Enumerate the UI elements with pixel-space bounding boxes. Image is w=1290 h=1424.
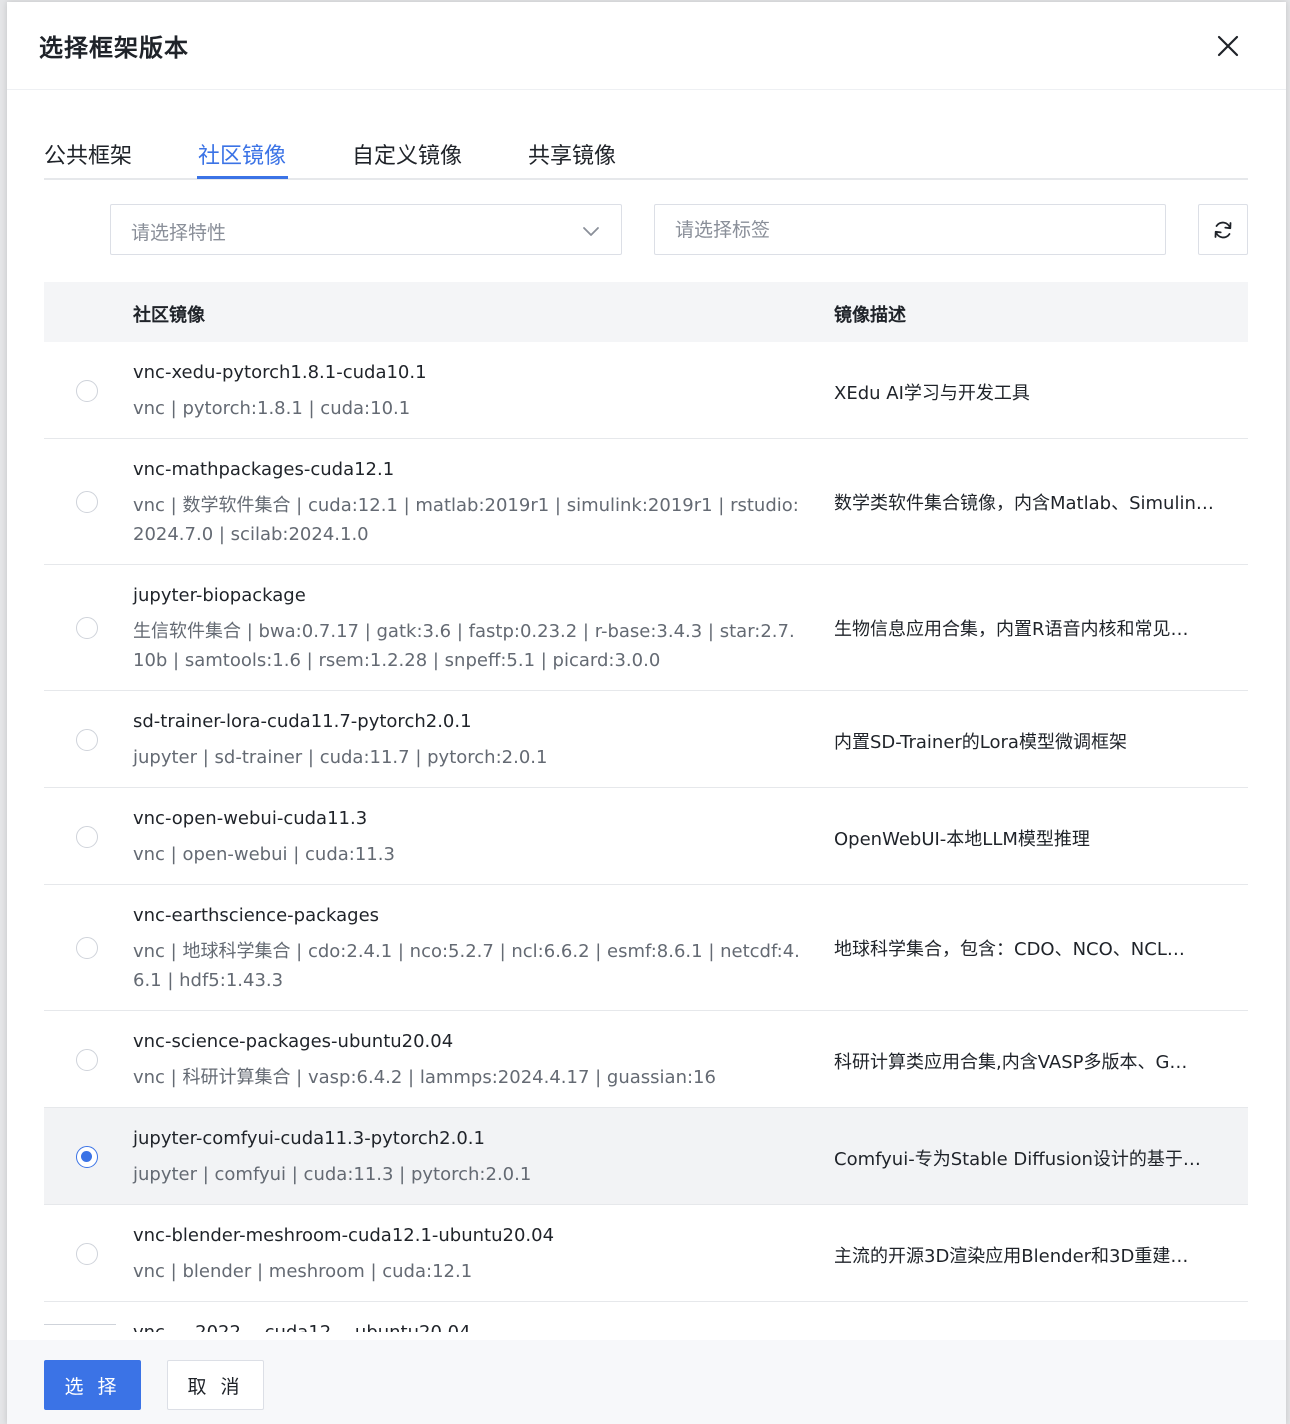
table-body: vnc-xedu-pytorch1.8.1-cuda10.1 vnc | pyto…: [44, 342, 1248, 1332]
table-row[interactable]: vnc-mathpackages-cuda12.1 vnc | 数学软件集合 | …: [44, 439, 1248, 565]
refresh-icon: [1214, 221, 1232, 238]
image-name: jupyter-biopackage: [133, 585, 306, 606]
image-tags: jupyter | sd-trainer | cuda:11.7 | pytor…: [133, 747, 548, 768]
image-description: 地球科学集合，包含：CDO、NCO、NCL…: [834, 939, 1185, 960]
row-radio[interactable]: [76, 937, 98, 959]
row-radio[interactable]: [76, 379, 98, 402]
row-radio[interactable]: [76, 1145, 98, 1168]
table-row[interactable]: vnc-open-webui-cuda11.3 vnc | open-webui …: [44, 788, 1248, 885]
row-radio[interactable]: [76, 491, 98, 513]
image-tags: vnc | 地球科学集合 | cdo:2.4.1 | nco:5.2.7 | n…: [133, 941, 800, 991]
tab-shared-image[interactable]: 共享镜像: [528, 138, 616, 180]
image-tags: vnc | pytorch:1.8.1 | cuda:10.1: [133, 398, 411, 419]
dialog-header: 选择框架版本: [7, 2, 1286, 90]
image-tags: vnc | open-webui | cuda:11.3: [133, 844, 395, 865]
image-description: Comfyui-专为Stable Diffusion设计的基于…: [834, 1149, 1201, 1170]
image-name: vnc-science-packages-ubuntu20.04: [133, 1031, 454, 1052]
image-description: 数学类软件集合镜像，内含Matlab、Simulink…: [834, 493, 1214, 514]
filter-bar: 请选择特性: [7, 204, 1286, 256]
tab-community-image[interactable]: 社区镜像: [198, 138, 286, 180]
row-radio[interactable]: [76, 728, 98, 751]
table-row[interactable]: vnc-blender-meshroom-cuda12.1-ubuntu20.0…: [44, 1205, 1248, 1302]
table-header: 社区镜像 镜像描述: [44, 282, 1248, 342]
active-tab-indicator: [197, 176, 288, 179]
image-description: 科研计算类应用合集,内含VASP多版本、G…: [834, 1052, 1188, 1073]
row-radio[interactable]: [76, 825, 98, 848]
image-name: sd-trainer-lora-cuda11.7-pytorch2.0.1: [133, 711, 472, 732]
image-description: 内置SD-Trainer的Lora模型微调框架: [834, 732, 1127, 753]
image-name: vnc-open-webui-cuda11.3: [133, 808, 368, 829]
image-name: jupyter-comfyui-cuda11.3-pytorch2.0.1: [133, 1128, 485, 1149]
feature-select[interactable]: 请选择特性: [110, 204, 622, 255]
column-header-image: 社区镜像: [133, 305, 205, 326]
table-row[interactable]: jupyter-biopackage 生信软件集合 | bwa:0.7.17 | …: [44, 565, 1248, 691]
image-name: vnc-mathpackages-cuda12.1: [133, 459, 395, 480]
table-row[interactable]: vnc-science-packages-ubuntu20.04 vnc | 科研…: [44, 1011, 1248, 1108]
image-tags: vnc | 科研计算集合 | vasp:6.4.2 | lammps:2024.…: [133, 1067, 716, 1088]
tab-custom-image[interactable]: 自定义镜像: [352, 138, 462, 180]
dialog-title: 选择框架版本: [39, 34, 189, 62]
image-table: 社区镜像 镜像描述 vnc-xedu-pytorch1.8.1-cuda10.1…: [44, 282, 1248, 1332]
image-tags: jupyter | comfyui | cuda:11.3 | pytorch:…: [133, 1164, 532, 1185]
table-row[interactable]: vnc-earthscience-packages vnc | 地球科学集合 | …: [44, 885, 1248, 1011]
table-row[interactable]: sd-trainer-lora-cuda11.7-pytorch2.0.1 jup…: [44, 691, 1248, 788]
image-type-tabs: 公共框架 社区镜像 自定义镜像 共享镜像: [44, 132, 1248, 180]
column-header-description: 镜像描述: [834, 305, 906, 326]
close-icon: [1217, 35, 1239, 57]
dialog-footer: 选 择 取 消: [7, 1340, 1286, 1424]
row-radio[interactable]: [76, 1048, 98, 1071]
image-description: 生物信息应用合集，内置R语音内核和常见…: [834, 619, 1189, 640]
row-radio[interactable]: [76, 1242, 98, 1265]
table-row-partial[interactable]: vnc-...-2022...-cuda12...-ubuntu20.04: [44, 1302, 1248, 1332]
cancel-button[interactable]: 取 消: [167, 1360, 264, 1410]
image-description: 主流的开源3D渲染应用Blender和3D重建…: [834, 1246, 1189, 1267]
image-tags: vnc | blender | meshroom | cuda:12.1: [133, 1261, 473, 1282]
image-tags: vnc | 数学软件集合 | cuda:12.1 | matlab:2019r1…: [133, 495, 799, 545]
tag-input[interactable]: [654, 204, 1166, 255]
image-name: vnc-blender-meshroom-cuda12.1-ubuntu20.0…: [133, 1225, 555, 1246]
refresh-button[interactable]: [1198, 204, 1248, 255]
image-description: OpenWebUI-本地LLM模型推理: [834, 829, 1090, 850]
table-row[interactable]: vnc-xedu-pytorch1.8.1-cuda10.1 vnc | pyto…: [44, 342, 1248, 439]
select-button[interactable]: 选 择: [44, 1360, 141, 1410]
select-framework-dialog: 选择框架版本 公共框架 社区镜像 自定义镜像 共享镜像 请选择特性 请选择标签 …: [7, 2, 1286, 1424]
image-tags: 生信软件集合 | bwa:0.7.17 | gatk:3.6 | fastp:0…: [133, 621, 795, 671]
image-name: vnc-xedu-pytorch1.8.1-cuda10.1: [133, 362, 427, 383]
image-description: XEdu AI学习与开发工具: [834, 383, 1030, 404]
chevron-down-icon: [583, 227, 599, 236]
image-name: vnc-earthscience-packages: [133, 905, 380, 926]
image-name-partial: vnc-...-2022...-cuda12...-ubuntu20.04: [133, 1322, 471, 1332]
row-radio-partial: [44, 1324, 116, 1332]
row-radio[interactable]: [76, 617, 98, 639]
tab-public-framework[interactable]: 公共框架: [44, 138, 132, 180]
table-row[interactable]: jupyter-comfyui-cuda11.3-pytorch2.0.1 jup…: [44, 1108, 1248, 1205]
close-button[interactable]: [1210, 28, 1246, 64]
feature-select-placeholder: 请选择特性: [131, 222, 227, 244]
